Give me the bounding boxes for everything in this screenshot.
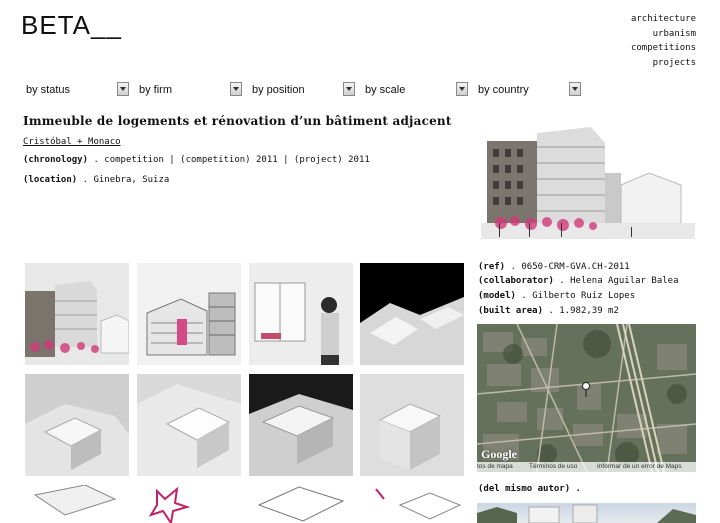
- ref-row: (ref) . 0650-CRM-GVA.CH-2011: [478, 262, 630, 272]
- location-row: (location) . Ginebra, Suiza: [23, 175, 169, 185]
- gallery-thumbnail[interactable]: [137, 485, 241, 523]
- map-footer: tos de mapa Términos de uso Informar de …: [477, 462, 696, 472]
- google-logo: Google: [481, 447, 517, 461]
- gallery-thumbnail[interactable]: [25, 485, 129, 523]
- gallery-thumbnail[interactable]: [25, 263, 129, 365]
- filter-firm-select[interactable]: by firm: [134, 81, 242, 99]
- site-logo[interactable]: BETA__: [21, 10, 122, 41]
- built-area-label: (built area): [478, 306, 544, 316]
- ref-label: (ref): [478, 262, 506, 272]
- nav-competitions[interactable]: competitions: [631, 41, 696, 56]
- chronology-value: . competition | (competition) 2011 | (pr…: [93, 155, 370, 165]
- model-value: . Gilberto Ruiz Lopes: [521, 291, 636, 301]
- gallery-thumbnail[interactable]: [360, 263, 464, 365]
- filter-label: by status: [26, 84, 71, 96]
- project-author-link[interactable]: Cristóbal + Monaco: [23, 137, 121, 147]
- filter-label: by country: [478, 84, 529, 96]
- chronology-row: (chronology) . competition | (competitio…: [23, 155, 370, 165]
- gallery-thumbnail[interactable]: [249, 485, 353, 523]
- gallery-thumbnail[interactable]: [360, 485, 464, 523]
- chevron-down-icon[interactable]: [117, 82, 129, 96]
- chevron-down-icon[interactable]: [230, 82, 242, 96]
- nav-urbanism[interactable]: urbanism: [631, 27, 696, 42]
- gallery-thumbnail[interactable]: [249, 263, 353, 365]
- chevron-down-icon[interactable]: [343, 82, 355, 96]
- collaborator-value: . Helena Aguilar Balea: [559, 276, 679, 286]
- filter-bar: by status by firm by position by scale b…: [21, 81, 691, 101]
- chevron-down-icon[interactable]: [456, 82, 468, 96]
- chevron-down-icon[interactable]: [569, 82, 581, 96]
- filter-status-select[interactable]: by status: [21, 81, 129, 99]
- model-row: (model) . Gilberto Ruiz Lopes: [478, 291, 635, 301]
- built-area-row: (built area) . 1.982,39 m2: [478, 306, 619, 316]
- filter-scale-select[interactable]: by scale: [360, 81, 468, 99]
- model-label: (model): [478, 291, 516, 301]
- top-navigation: architecture urbanism competitions proje…: [631, 12, 696, 70]
- built-area-value: . 1.982,39 m2: [548, 306, 619, 316]
- gallery-thumbnail[interactable]: [137, 374, 241, 476]
- map-data-link[interactable]: tos de mapa: [477, 463, 513, 470]
- location-value: . Ginebra, Suiza: [82, 175, 170, 185]
- gallery-thumbnail[interactable]: [249, 374, 353, 476]
- terms-of-use-link[interactable]: Términos de uso: [529, 463, 577, 470]
- filter-label: by position: [252, 84, 305, 96]
- filter-country-select[interactable]: by country: [473, 81, 581, 99]
- chronology-label: (chronology): [23, 155, 89, 165]
- nav-architecture[interactable]: architecture: [631, 12, 696, 27]
- filter-position-select[interactable]: by position: [247, 81, 355, 99]
- nav-projects[interactable]: projects: [631, 56, 696, 71]
- gallery-thumbnail[interactable]: [25, 374, 129, 476]
- gallery-thumbnail[interactable]: [137, 263, 241, 365]
- gallery-thumbnail[interactable]: [360, 374, 464, 476]
- ref-value: . 0650-CRM-GVA.CH-2011: [510, 262, 630, 272]
- report-map-error-link[interactable]: Informar de un error de Maps: [597, 463, 682, 470]
- filter-label: by firm: [139, 84, 172, 96]
- hero-rendering-image[interactable]: [481, 123, 695, 249]
- location-label: (location): [23, 175, 78, 185]
- project-title: Immeuble de logements et rénovation d’un…: [23, 114, 452, 128]
- filter-label: by scale: [365, 84, 406, 96]
- collaborator-row: (collaborator) . Helena Aguilar Balea: [478, 276, 679, 286]
- same-author-heading: (del mismo autor) .: [478, 484, 581, 494]
- same-author-thumbnail[interactable]: [477, 503, 696, 523]
- collaborator-label: (collaborator): [478, 276, 554, 286]
